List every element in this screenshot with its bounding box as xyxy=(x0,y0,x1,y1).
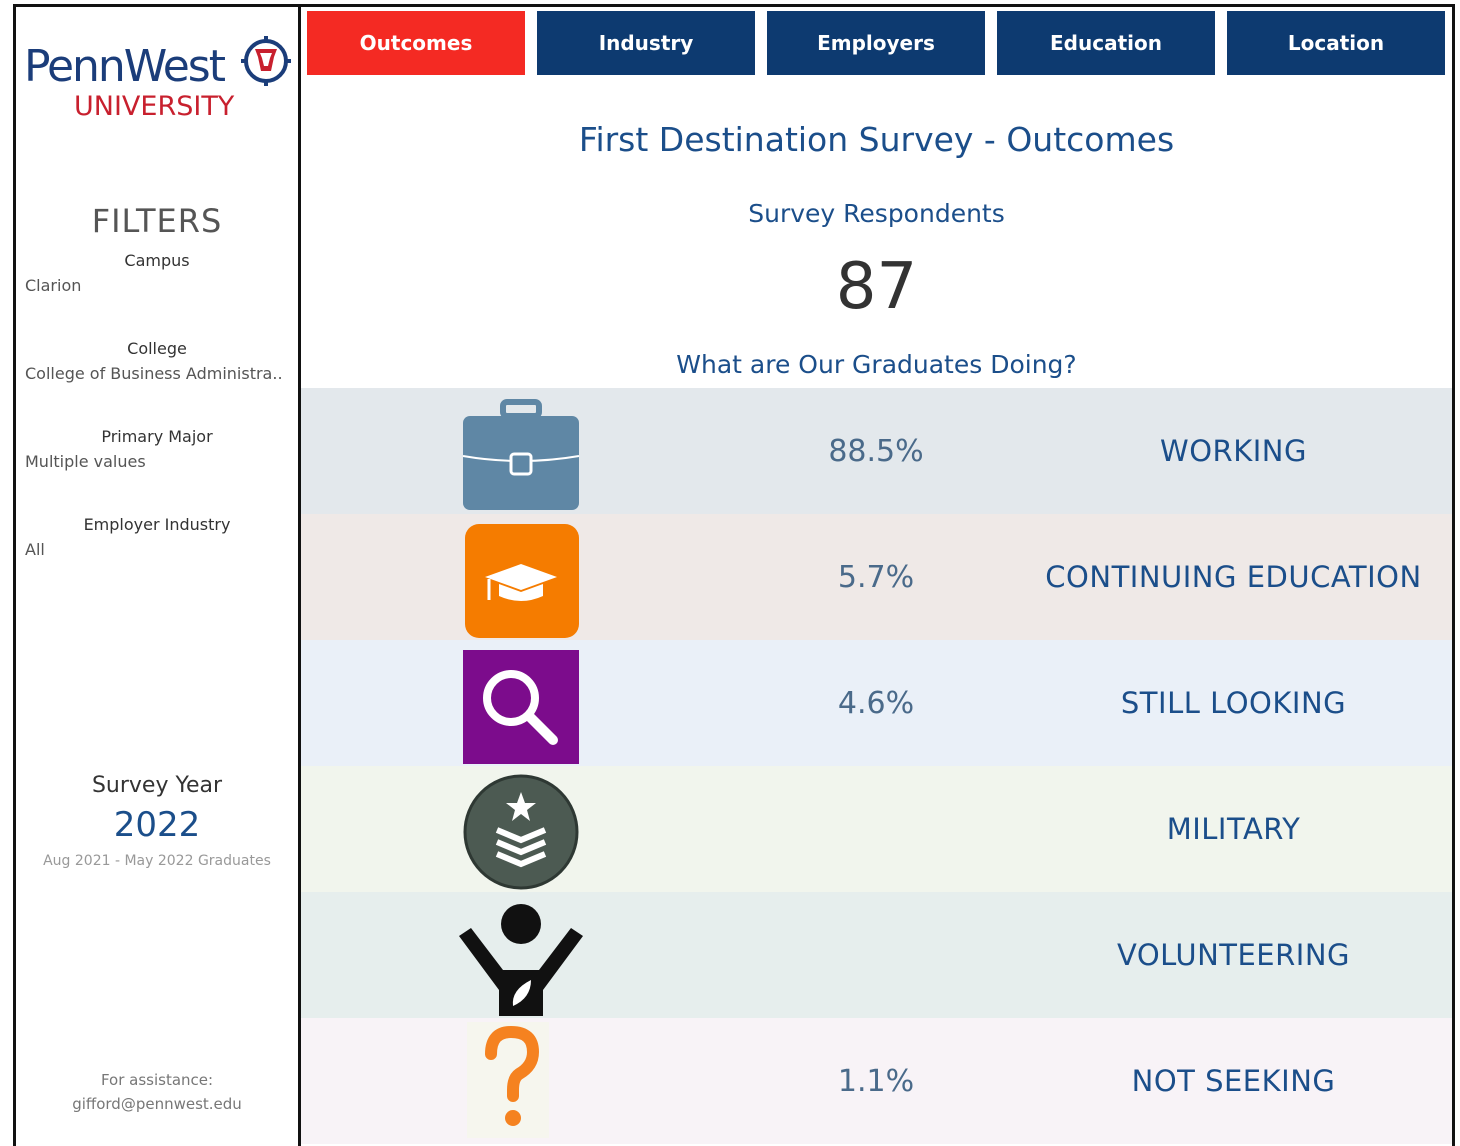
sidebar: PennWest UNIVERSITY FILTERS Campus Clari… xyxy=(16,7,298,1146)
outcome-row-volunteering[interactable]: VOLUNTEERING xyxy=(301,892,1452,1018)
tab-education[interactable]: Education xyxy=(997,11,1215,75)
keystone-seal-icon xyxy=(241,36,291,86)
filters-heading: FILTERS xyxy=(91,202,223,240)
graduation-cap-icon xyxy=(465,524,579,638)
question-mark-icon xyxy=(467,1022,549,1138)
outcome-percent: 88.5% xyxy=(828,434,924,469)
outcome-label: NOT SEEKING xyxy=(1131,1064,1336,1098)
outcome-row-working[interactable]: 88.5% WORKING xyxy=(301,388,1452,514)
outcome-label: MILITARY xyxy=(1166,812,1301,846)
survey-year-value[interactable]: 2022 xyxy=(16,805,298,845)
outcome-row-not-seeking[interactable]: 1.1% NOT SEEKING xyxy=(301,1018,1452,1144)
outcome-row-still-looking[interactable]: 4.6% STILL LOOKING xyxy=(301,640,1452,766)
outcome-percent: 4.6% xyxy=(837,686,915,721)
survey-year-label: Survey Year xyxy=(91,773,223,798)
filter-college-value[interactable]: College of Business Administra.. xyxy=(25,364,293,383)
filter-campus-value[interactable]: Clarion xyxy=(25,276,293,295)
respondents-value: 87 xyxy=(835,250,918,324)
briefcase-icon xyxy=(462,399,580,510)
assistance-label: For assistance: xyxy=(100,1071,214,1089)
outcome-label: VOLUNTEERING xyxy=(1116,938,1350,972)
nav-tabs: Outcomes Industry Employers Education Lo… xyxy=(307,11,1445,75)
outcome-percent: 1.1% xyxy=(837,1064,915,1099)
logo-wordmark: PennWest xyxy=(24,41,226,92)
tab-outcomes[interactable]: Outcomes xyxy=(307,11,525,75)
page-title: First Destination Survey - Outcomes xyxy=(578,120,1175,159)
military-rank-icon xyxy=(463,774,579,890)
outcome-percent: 5.7% xyxy=(837,560,915,595)
assistance-email[interactable]: gifford@pennwest.edu xyxy=(16,1095,298,1113)
filter-college-label: College xyxy=(127,339,187,358)
filter-campus-label: Campus xyxy=(124,251,190,270)
magnifier-icon xyxy=(463,650,579,764)
pennwest-logo: PennWest UNIVERSITY xyxy=(24,27,299,127)
outcome-label: WORKING xyxy=(1160,434,1307,468)
outcomes-heading: What are Our Graduates Doing? xyxy=(676,350,1077,379)
logo-university: UNIVERSITY xyxy=(74,91,235,122)
filter-major-value[interactable]: Multiple values xyxy=(25,452,293,471)
outcome-row-military[interactable]: MILITARY xyxy=(301,766,1452,892)
filter-industry-label: Employer Industry xyxy=(83,515,231,534)
filter-industry-value[interactable]: All xyxy=(25,540,293,559)
filter-major-label: Primary Major xyxy=(101,427,213,446)
tab-industry[interactable]: Industry xyxy=(537,11,755,75)
main-panel: Outcomes Industry Employers Education Lo… xyxy=(301,7,1452,1146)
tab-location[interactable]: Location xyxy=(1227,11,1445,75)
volunteer-icon xyxy=(459,904,583,1016)
outcome-label: STILL LOOKING xyxy=(1120,686,1347,720)
outcome-label: CONTINUING EDUCATION xyxy=(1045,560,1422,594)
respondents-label: Survey Respondents xyxy=(748,199,1005,228)
survey-year-range: Aug 2021 - May 2022 Graduates xyxy=(43,853,271,869)
outcome-row-continuing-education[interactable]: 5.7% CONTINUING EDUCATION xyxy=(301,514,1452,640)
tab-employers[interactable]: Employers xyxy=(767,11,985,75)
